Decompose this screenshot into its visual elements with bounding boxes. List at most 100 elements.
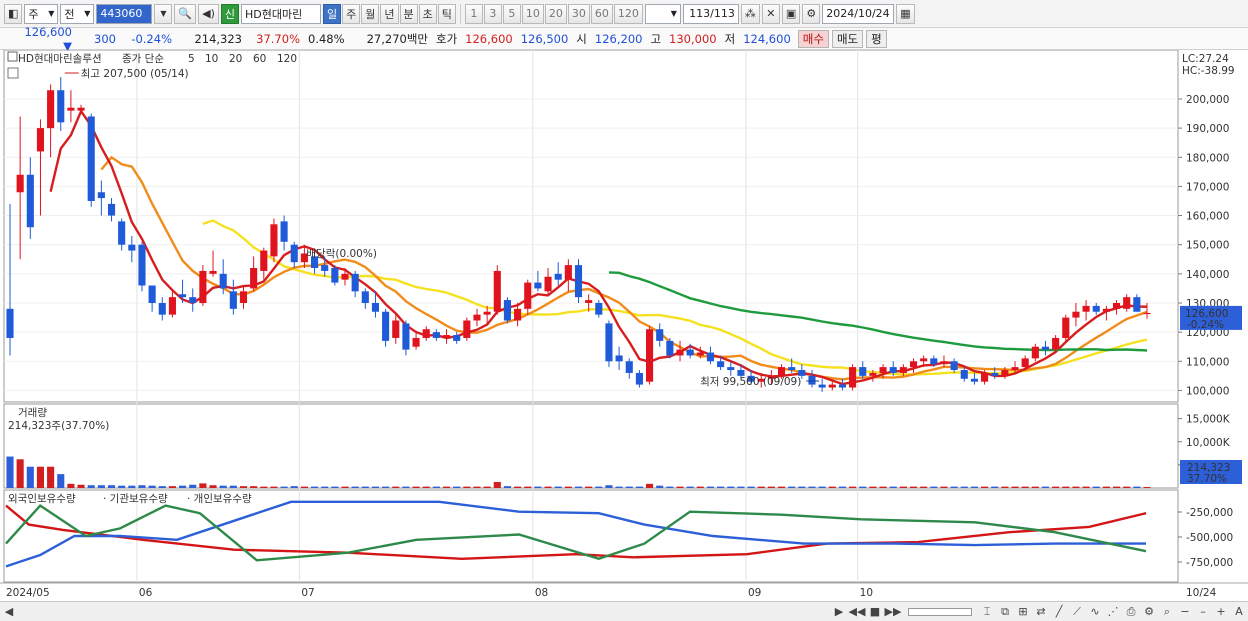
play-icon[interactable]: ▶	[832, 605, 846, 619]
stack-icon[interactable]: ⁂	[740, 3, 760, 24]
scroll-left-icon[interactable]: ◀	[2, 605, 16, 619]
period-tab-1[interactable]: 주	[342, 3, 361, 24]
search-icon[interactable]: 🔍	[174, 3, 197, 24]
period-tab-0[interactable]: 일	[323, 3, 342, 24]
candle-body	[503, 300, 511, 321]
zoom-slider[interactable]	[908, 607, 972, 616]
compare-icon[interactable]: ⇄	[1034, 605, 1048, 619]
stop-icon[interactable]: ■	[868, 605, 882, 619]
zoom-icon[interactable]: ⌕	[1160, 605, 1174, 619]
candle-body	[909, 361, 918, 368]
minute-tab-120[interactable]: 120	[613, 3, 643, 24]
price-change-pct: -0.24%	[131, 31, 172, 46]
candle-body	[828, 384, 836, 388]
minute-tab-3[interactable]: 3	[483, 3, 502, 24]
candle-body	[706, 352, 715, 362]
volume-value: 214,323	[194, 31, 242, 46]
volume-bar	[493, 481, 501, 488]
minute-tab-10[interactable]: 10	[521, 3, 544, 24]
sell-button[interactable]: 매도	[831, 29, 864, 48]
minute-tab-5[interactable]: 5	[502, 3, 521, 24]
prev-select[interactable]: 전 ▼	[60, 3, 95, 24]
grid-icon[interactable]: ⊞	[1016, 605, 1030, 619]
candle-body	[1143, 312, 1151, 315]
volume-bar	[371, 486, 380, 488]
volume-bar	[16, 459, 24, 488]
minute-tab-1[interactable]: 1	[464, 3, 483, 24]
volume-bar	[351, 486, 359, 488]
stock-chart[interactable]: 200,000 190,000 180,000 170,000 160,000 150,0…	[0, 50, 1248, 602]
buy-button[interactable]: 매수	[797, 29, 829, 48]
price-tick-label-3: 170,000	[1186, 181, 1229, 193]
crosshair-icon[interactable]: ✕	[761, 3, 780, 24]
flow-legend-0: 외국인보유수량	[8, 493, 76, 505]
line-draw-icon[interactable]: ╱	[1052, 605, 1066, 619]
flow-tick-label-2: -750,000	[1186, 557, 1233, 569]
volume-bar	[382, 486, 390, 488]
candle-body	[646, 329, 654, 382]
candle-body	[118, 221, 126, 245]
font-size-icon[interactable]: A	[1232, 605, 1246, 619]
volume-bar	[311, 486, 319, 488]
stock-code-input[interactable]: 443060	[96, 3, 153, 24]
avg-button[interactable]: 평	[866, 29, 887, 48]
gear-icon[interactable]: ⚙	[802, 3, 821, 24]
candle-body	[1052, 337, 1060, 350]
period-tab-2[interactable]: 월	[361, 3, 380, 24]
candle-body	[1123, 297, 1131, 309]
candle-body	[422, 329, 430, 338]
period-tab-5[interactable]: 초	[418, 3, 437, 24]
trend-icon[interactable]: ⟋	[1070, 605, 1084, 619]
count-value: 113	[689, 7, 711, 20]
volume-bar	[605, 485, 613, 488]
volume-bar	[77, 484, 85, 488]
period-tab-6[interactable]: 틱	[437, 3, 456, 24]
quote-label: 호가	[436, 31, 458, 46]
print-icon[interactable]: ⎙	[1124, 605, 1138, 619]
volume-bar	[686, 486, 694, 488]
candle-body	[849, 367, 857, 388]
volume-bar	[646, 483, 654, 488]
candle-body	[219, 273, 227, 289]
volume-bar	[1041, 486, 1050, 488]
rewind-icon[interactable]: ◀◀	[849, 605, 866, 619]
price-tick-label-6: 140,000	[1186, 269, 1229, 281]
market-select[interactable]: 주 ▼	[24, 3, 59, 24]
cursor-icon[interactable]: ⌶	[980, 605, 994, 619]
copy-icon[interactable]: ⧉	[998, 605, 1012, 619]
fast-forward-icon[interactable]: ▶▶	[885, 605, 902, 619]
plus-icon[interactable]: +	[1214, 605, 1228, 619]
custom-interval-field[interactable]: ▼	[644, 3, 681, 24]
volume-bar	[534, 486, 542, 488]
candle-body	[229, 291, 237, 309]
minute-tab-60[interactable]: 60	[590, 3, 613, 24]
volume-bar	[940, 486, 948, 488]
price-tick-label-1: 190,000	[1186, 123, 1229, 135]
volume-bar	[777, 486, 786, 488]
minus-icon[interactable]: −	[1178, 605, 1192, 619]
panel-toggle-icon[interactable]: ◧	[4, 3, 23, 24]
code-dropdown-icon[interactable]: ▼	[154, 3, 173, 24]
speaker-icon[interactable]: ◀)	[198, 3, 219, 24]
wave-icon[interactable]: ∿	[1088, 605, 1102, 619]
period-tab-3[interactable]: 년	[380, 3, 399, 24]
volume-bar	[1001, 486, 1009, 488]
minute-tab-30[interactable]: 30	[567, 3, 590, 24]
save-icon[interactable]: ▣	[781, 3, 801, 24]
candle-body	[250, 268, 258, 289]
period-tab-4[interactable]: 분	[399, 3, 418, 24]
legend-ma-120: 120	[277, 53, 297, 65]
count-field[interactable]: 113/113	[682, 3, 739, 24]
calendar-icon[interactable]: ▦	[896, 3, 915, 24]
minute-tab-20[interactable]: 20	[544, 3, 567, 24]
volume-bar	[463, 486, 471, 488]
chart-area: 200,000 190,000 180,000 170,000 160,000 150,0…	[0, 50, 1248, 602]
volume-bar	[767, 486, 775, 488]
pattern-icon[interactable]: ⋰	[1106, 605, 1120, 619]
candle-body	[818, 384, 826, 388]
legend-ma-10: 10	[205, 53, 218, 65]
settings-icon[interactable]: ⚙	[1142, 605, 1156, 619]
price-tick-label-5: 150,000	[1186, 240, 1229, 252]
dash-icon[interactable]: –	[1196, 605, 1210, 619]
date-input[interactable]: 2024/10/24	[822, 3, 895, 24]
